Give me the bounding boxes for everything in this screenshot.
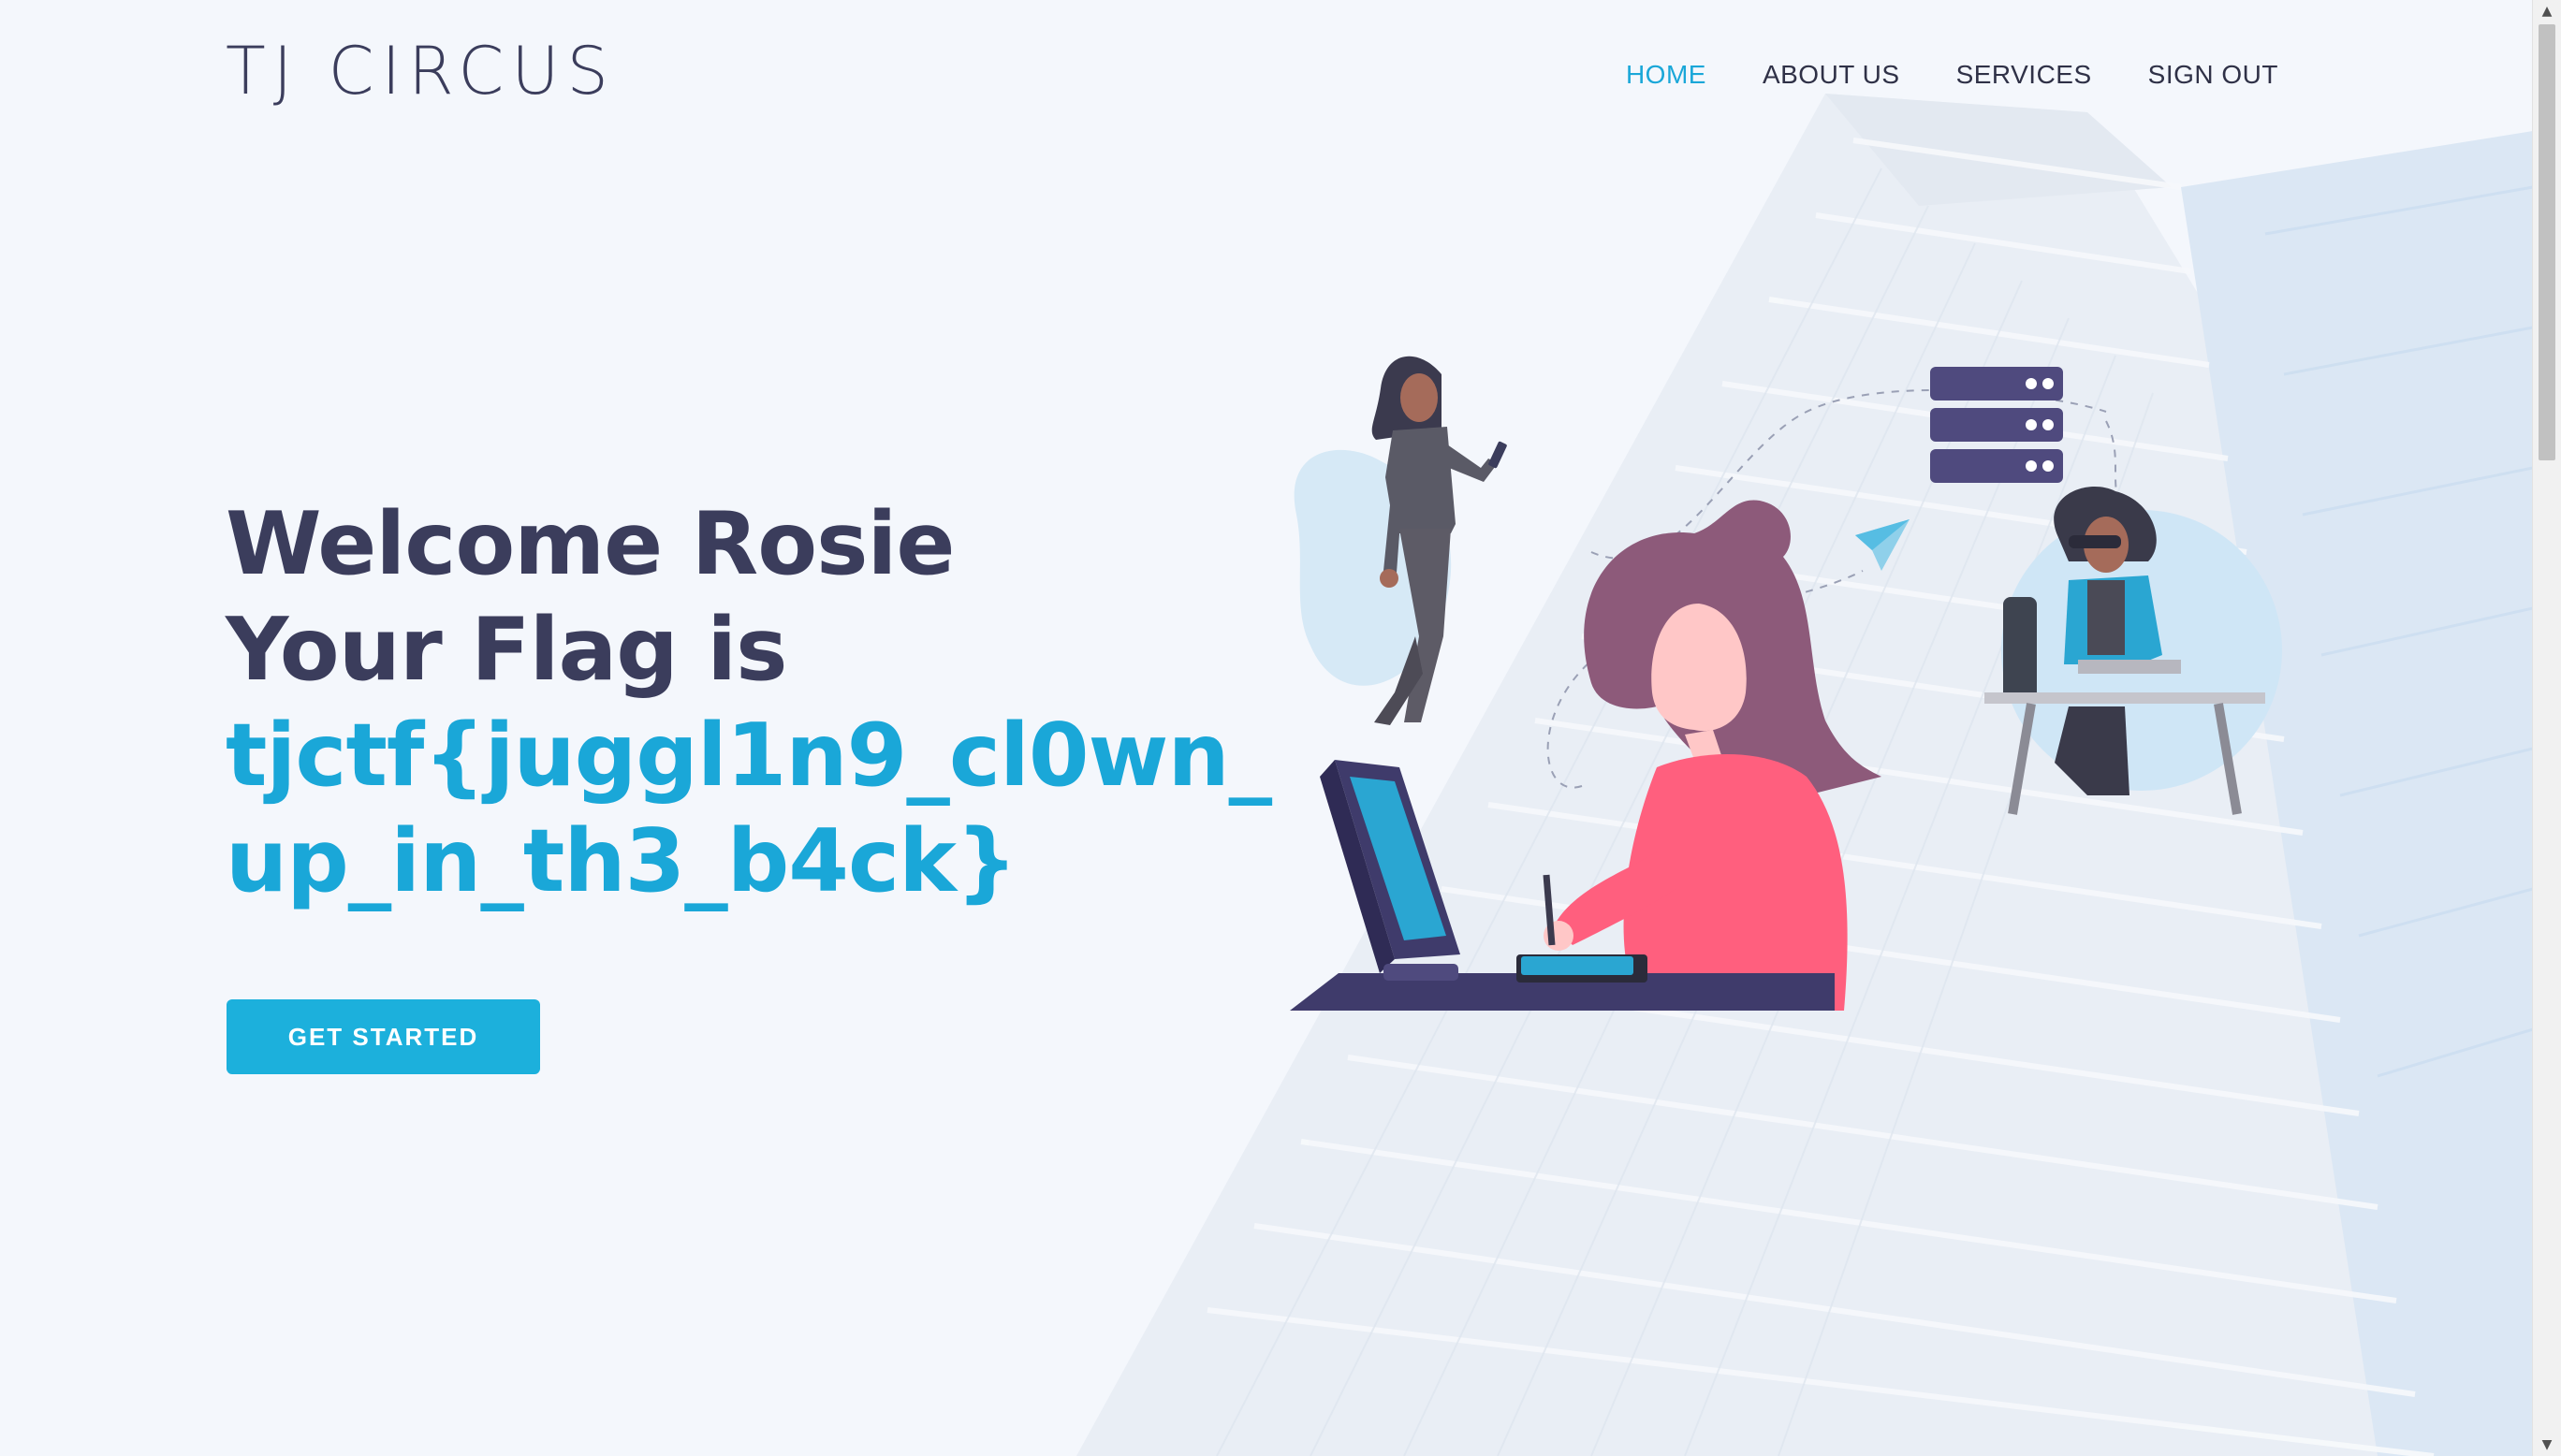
get-started-button[interactable]: GET STARTED bbox=[227, 999, 540, 1074]
flag-text: tjctf{juggl1n9_cl0wn_up_in_th3_b4ck} bbox=[226, 705, 1272, 911]
nav-signout-link[interactable]: SIGN OUT bbox=[2148, 58, 2278, 92]
flag-intro-heading: Your Flag is bbox=[226, 599, 788, 700]
scroll-down-arrow-icon[interactable]: ▼ bbox=[2533, 1434, 2561, 1456]
nav-services-link[interactable]: SERVICES bbox=[1956, 58, 2092, 92]
main-nav: HOME ABOUT US SERVICES SIGN OUT bbox=[1626, 58, 2278, 92]
hero-section: Welcome Rosie Your Flag is tjctf{juggl1n… bbox=[226, 491, 1274, 914]
nav-home-link[interactable]: HOME bbox=[1626, 58, 1706, 92]
page-scrollbar[interactable]: ▲ ▼ bbox=[2532, 0, 2561, 1456]
server-icon bbox=[1930, 367, 2063, 483]
welcome-heading: Welcome Rosie bbox=[226, 493, 955, 594]
man-at-desk-figure bbox=[1984, 487, 2282, 815]
scrollbar-thumb[interactable] bbox=[2539, 24, 2555, 460]
nav-about-link[interactable]: ABOUT US bbox=[1763, 58, 1900, 92]
site-logo[interactable]: TJ CIRCUS bbox=[226, 32, 616, 110]
paper-plane-icon bbox=[1855, 519, 1910, 571]
scroll-up-arrow-icon[interactable]: ▲ bbox=[2533, 0, 2561, 22]
page: TJ CIRCUS HOME ABOUT US SERVICES SIGN OU… bbox=[0, 0, 2561, 1456]
hero-illustration bbox=[1290, 356, 2282, 1011]
standing-woman-figure bbox=[1294, 356, 1507, 725]
